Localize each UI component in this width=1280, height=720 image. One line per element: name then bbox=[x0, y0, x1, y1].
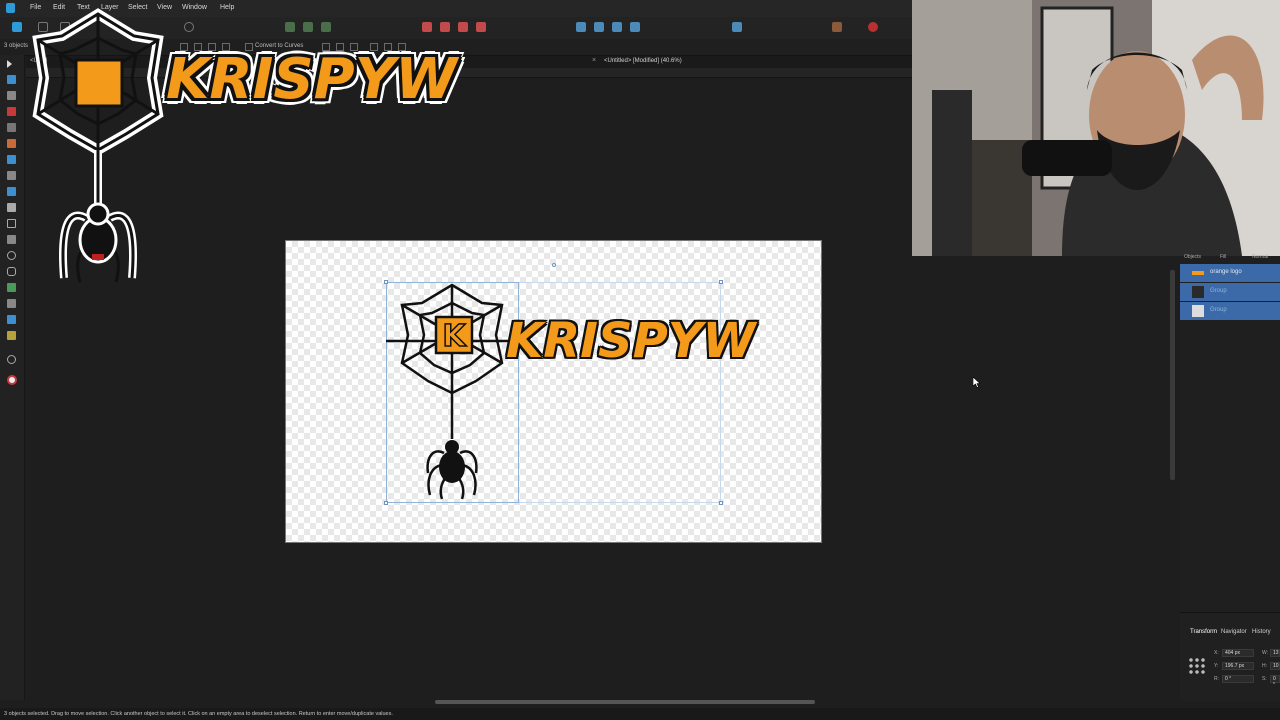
node-tool-icon[interactable] bbox=[7, 75, 16, 84]
w-field[interactable]: 13 bbox=[1270, 649, 1280, 657]
layer-thumbnail bbox=[1192, 305, 1204, 317]
tab-history[interactable]: History bbox=[1252, 629, 1271, 635]
brush-tool-icon[interactable] bbox=[7, 139, 16, 148]
eyedropper-icon[interactable] bbox=[7, 331, 16, 340]
canvas-logo-text[interactable]: KRISPYW bbox=[506, 317, 755, 365]
anchor-point-icon[interactable] bbox=[1188, 657, 1206, 675]
assistant-icon[interactable] bbox=[868, 22, 878, 32]
layer-thumbnail bbox=[1192, 271, 1204, 275]
pencil-tool-icon[interactable] bbox=[7, 123, 16, 132]
layer-row-group-2[interactable]: Group bbox=[1180, 302, 1280, 320]
vector-crop-icon[interactable] bbox=[7, 203, 16, 212]
shear-field[interactable]: 0 ° bbox=[1270, 675, 1280, 688]
close-icon[interactable]: × bbox=[592, 57, 596, 64]
document-tab[interactable]: <Untitled> [Modified] (40.6%) bbox=[604, 58, 682, 64]
tab-navigator[interactable]: Navigator bbox=[1221, 629, 1247, 635]
boolean-subtract-icon[interactable] bbox=[440, 22, 450, 32]
color-picker-icon[interactable] bbox=[7, 315, 16, 324]
rotate-left-icon[interactable] bbox=[612, 22, 622, 32]
overlay-brand-text: KRISPYW bbox=[166, 47, 458, 112]
snapping-icon[interactable] bbox=[832, 22, 842, 32]
layers-blend-mode[interactable]: Normal bbox=[1252, 254, 1268, 260]
transparency-tool-icon[interactable] bbox=[7, 171, 16, 180]
resize-handle-tr[interactable] bbox=[719, 280, 723, 284]
menu-window[interactable]: Window bbox=[182, 4, 207, 11]
place-image-icon[interactable] bbox=[7, 187, 16, 196]
boolean-intersect-icon[interactable] bbox=[458, 22, 468, 32]
layers-scrollbar[interactable] bbox=[1170, 270, 1175, 480]
fill-tool-icon[interactable] bbox=[7, 155, 16, 164]
snap-icon-1[interactable] bbox=[285, 22, 295, 32]
rounded-rect-icon[interactable] bbox=[7, 267, 16, 276]
affinity-app-icon[interactable] bbox=[6, 3, 15, 13]
shape-tool-icon[interactable] bbox=[7, 235, 16, 244]
status-bar: 3 objects selected. Drag to move selecti… bbox=[0, 708, 1280, 720]
align-icon[interactable] bbox=[732, 22, 742, 32]
zoom-tool-icon[interactable] bbox=[7, 355, 16, 364]
layer-label: Group bbox=[1210, 288, 1227, 294]
w-label: W: bbox=[1262, 650, 1269, 656]
webcam-image bbox=[912, 0, 1280, 256]
snap-icon-3[interactable] bbox=[321, 22, 331, 32]
rotate-right-icon[interactable] bbox=[630, 22, 640, 32]
spider-icon bbox=[426, 440, 478, 500]
svg-text:K: K bbox=[442, 319, 467, 354]
transform-panel: Transform Navigator History X: 404 px Y:… bbox=[1180, 612, 1280, 701]
y-field[interactable]: 196.7 px bbox=[1222, 662, 1254, 670]
resize-handle-br[interactable] bbox=[719, 501, 723, 505]
flip-horizontal-icon[interactable] bbox=[576, 22, 586, 32]
settings-icon[interactable] bbox=[184, 22, 194, 32]
layer-label: Group bbox=[1210, 307, 1227, 313]
flip-vertical-icon[interactable] bbox=[594, 22, 604, 32]
canvas-horizontal-scrollbar[interactable] bbox=[435, 700, 815, 704]
boolean-xor-icon[interactable] bbox=[476, 22, 486, 32]
artboard[interactable]: K KRISPYW bbox=[285, 240, 822, 543]
frame-text-icon[interactable] bbox=[7, 283, 16, 292]
status-hint: 3 objects selected. Drag to move selecti… bbox=[4, 711, 393, 717]
layer-thumbnail bbox=[1192, 286, 1204, 298]
webcam-feed bbox=[912, 0, 1280, 256]
layers-tab-fill[interactable]: Fill bbox=[1220, 254, 1226, 260]
rotate-handle[interactable] bbox=[552, 263, 556, 267]
h-field[interactable]: 10 bbox=[1270, 662, 1280, 670]
boolean-add-icon[interactable] bbox=[422, 22, 432, 32]
h-label: H: bbox=[1262, 663, 1267, 669]
y-label: Y: bbox=[1214, 663, 1219, 669]
ellipse-tool-icon[interactable] bbox=[7, 251, 16, 260]
corner-tool-icon[interactable] bbox=[7, 91, 16, 100]
layers-tab-objects[interactable]: Objects bbox=[1184, 254, 1201, 260]
pen-tool-icon[interactable] bbox=[7, 107, 16, 116]
r-label: R: bbox=[1214, 676, 1219, 682]
layers-panel: Objects Fill Normal orange logo Group Gr… bbox=[1180, 254, 1280, 616]
move-tool-icon[interactable] bbox=[7, 60, 12, 68]
rotation-field[interactable]: 0 ° bbox=[1222, 675, 1254, 683]
layer-row-orange-logo[interactable]: orange logo bbox=[1180, 264, 1280, 282]
layer-label: orange logo bbox=[1210, 269, 1242, 275]
text-tool-icon[interactable] bbox=[7, 299, 16, 308]
layer-row-group-1[interactable]: Group bbox=[1180, 283, 1280, 301]
menu-help[interactable]: Help bbox=[220, 4, 234, 11]
cursor-icon bbox=[973, 377, 981, 388]
fill-swatch-icon[interactable] bbox=[7, 375, 17, 385]
tab-transform[interactable]: Transform bbox=[1190, 629, 1217, 635]
snap-icon-2[interactable] bbox=[303, 22, 313, 32]
s-label: S: bbox=[1262, 676, 1267, 682]
rectangle-tool-icon[interactable] bbox=[7, 219, 16, 228]
x-field[interactable]: 404 px bbox=[1222, 649, 1254, 657]
x-label: X: bbox=[1214, 650, 1219, 656]
overlay-spider-web-icon bbox=[32, 8, 164, 283]
